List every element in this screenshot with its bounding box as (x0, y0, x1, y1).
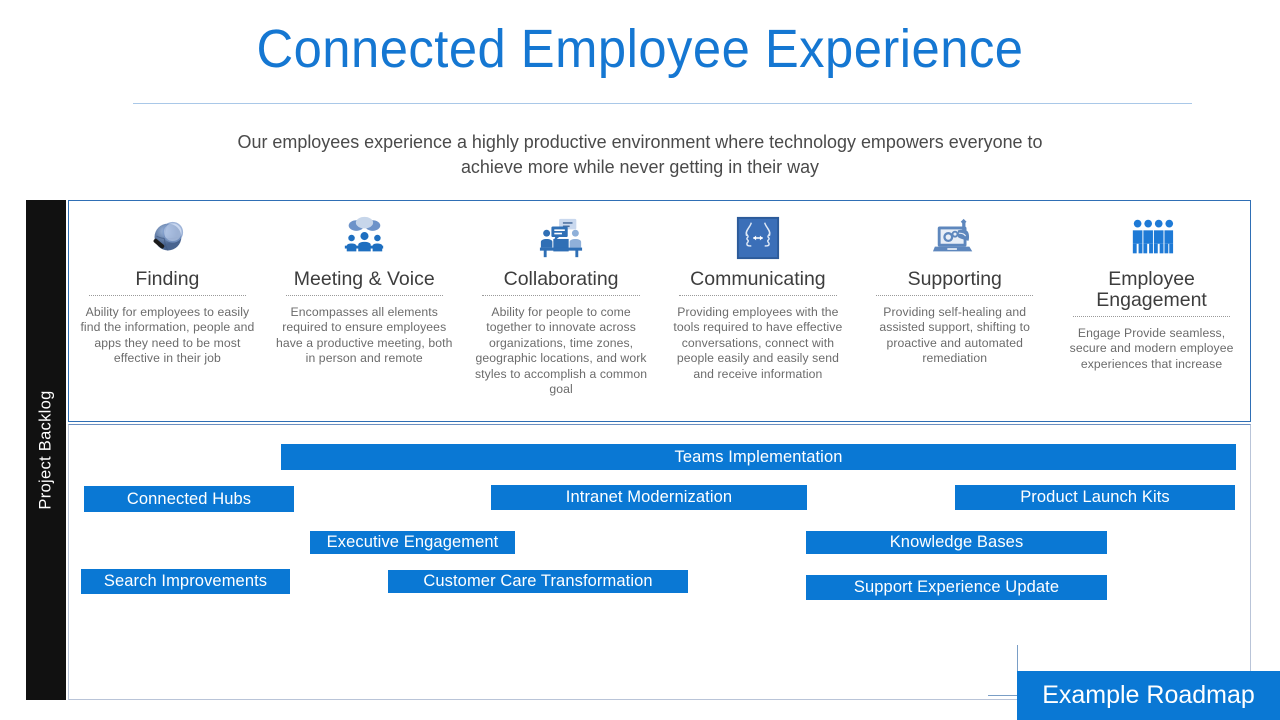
pillar-divider (88, 295, 247, 296)
pillar-title: Finding (135, 268, 200, 290)
pillar-divider (1072, 316, 1231, 317)
pillar-title: Meeting & Voice (293, 268, 435, 290)
pillar-description: Providing employees with the tools requi… (673, 305, 843, 381)
pillar-divider (285, 295, 443, 296)
pillar-description: Encompasses all elements required to ens… (275, 305, 453, 366)
two-faces-conversation-icon (659, 209, 856, 267)
page-title: Connected Employee Experience (256, 19, 1024, 79)
meeting-people-speech-bubbles-icon (266, 209, 463, 267)
pillar-card: Communicating Providing employees with th… (659, 201, 856, 421)
pillar-divider (876, 295, 1034, 296)
pillar-description: Ability for employees to easily find the… (80, 305, 255, 366)
roadmap-bar[interactable]: Customer Care Transformation (388, 570, 688, 593)
pillar-description: Ability for people to come together to i… (474, 305, 648, 397)
pillar-card: Finding Ability for employees to easily f… (69, 201, 266, 421)
pillar-description: Providing self-healing and assisted supp… (879, 305, 1031, 366)
page-subtitle: Our employees experience a highly produc… (237, 131, 1043, 177)
pillar-card: Collaborating Ability for people to come … (463, 201, 660, 421)
pillars-panel: Finding Ability for employees to easily f… (68, 200, 1251, 422)
pillar-card: Employee Engagement Engage Provide seamle… (1053, 201, 1250, 421)
badge-connector-horizontal (988, 695, 1018, 696)
badge-connector-vertical (1017, 645, 1018, 671)
pillar-card: Supporting Providing self-healing and ass… (856, 201, 1053, 421)
pillar-card: Meeting & Voice Encompasses all elements … (266, 201, 463, 421)
example-roadmap-badge: Example Roadmap (1017, 671, 1280, 720)
pillar-description: Engage Provide seamless, secure and mode… (1069, 326, 1234, 371)
pillar-title: Communicating (690, 268, 826, 290)
pillar-title: Collaborating (503, 268, 619, 290)
project-backlog-label: Project Backlog (36, 390, 55, 510)
roadmap-bar[interactable]: Intranet Modernization (491, 485, 807, 510)
collaboration-chat-table-icon (463, 209, 660, 267)
slide-canvas: Connected Employee Experience Our employ… (0, 0, 1280, 720)
roadmap-bar[interactable]: Search Improvements (81, 569, 290, 594)
pillar-title: Supporting (907, 268, 1002, 290)
roadmap-bar[interactable]: Connected Hubs (84, 486, 294, 512)
roadmap-bar[interactable]: Product Launch Kits (955, 485, 1235, 510)
four-people-group-icon (1053, 209, 1250, 267)
pillar-divider (482, 295, 640, 296)
magnifier-globe-icon (69, 209, 266, 267)
laptop-gears-wrench-icon (856, 209, 1053, 267)
roadmap-bar[interactable]: Knowledge Bases (806, 531, 1107, 554)
pillar-title: Employee Engagement (1096, 268, 1207, 311)
roadmap-bar[interactable]: Teams Implementation (281, 444, 1236, 470)
roadmap-bar[interactable]: Support Experience Update (806, 575, 1107, 600)
roadmap-bar[interactable]: Executive Engagement (310, 531, 515, 554)
project-backlog-sidebar: Project Backlog (26, 200, 66, 700)
title-divider (133, 103, 1192, 104)
pillar-divider (679, 295, 837, 296)
